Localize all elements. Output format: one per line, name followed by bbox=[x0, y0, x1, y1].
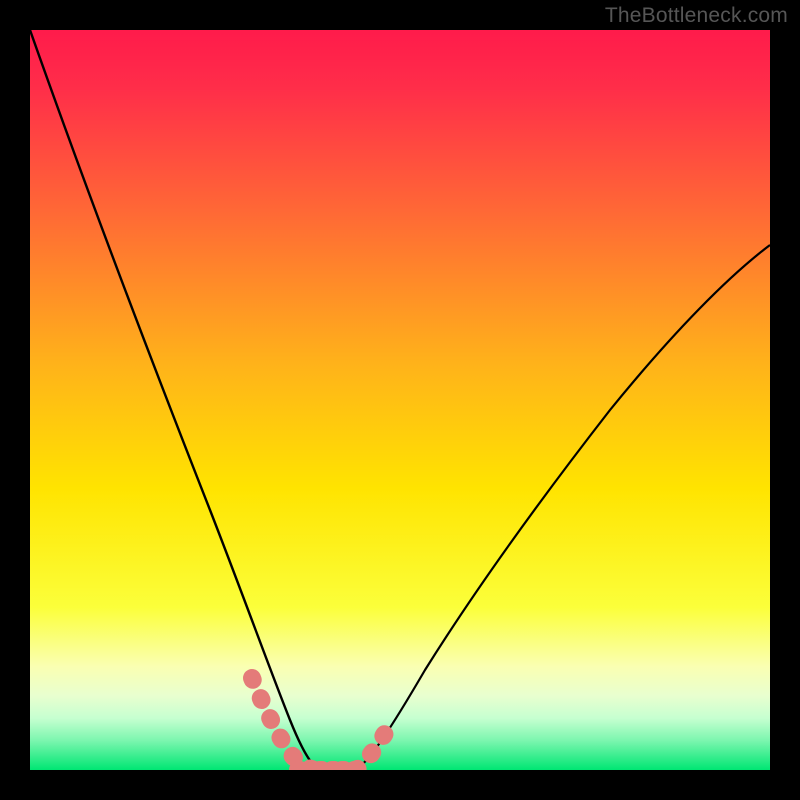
highlight-left bbox=[252, 678, 356, 770]
left-curve bbox=[30, 30, 320, 770]
highlight-right bbox=[356, 722, 392, 770]
plot-area bbox=[30, 30, 770, 770]
right-curve bbox=[356, 245, 770, 770]
watermark-text: TheBottleneck.com bbox=[605, 4, 788, 28]
curve-layer bbox=[30, 30, 770, 770]
chart-frame: TheBottleneck.com bbox=[0, 0, 800, 800]
